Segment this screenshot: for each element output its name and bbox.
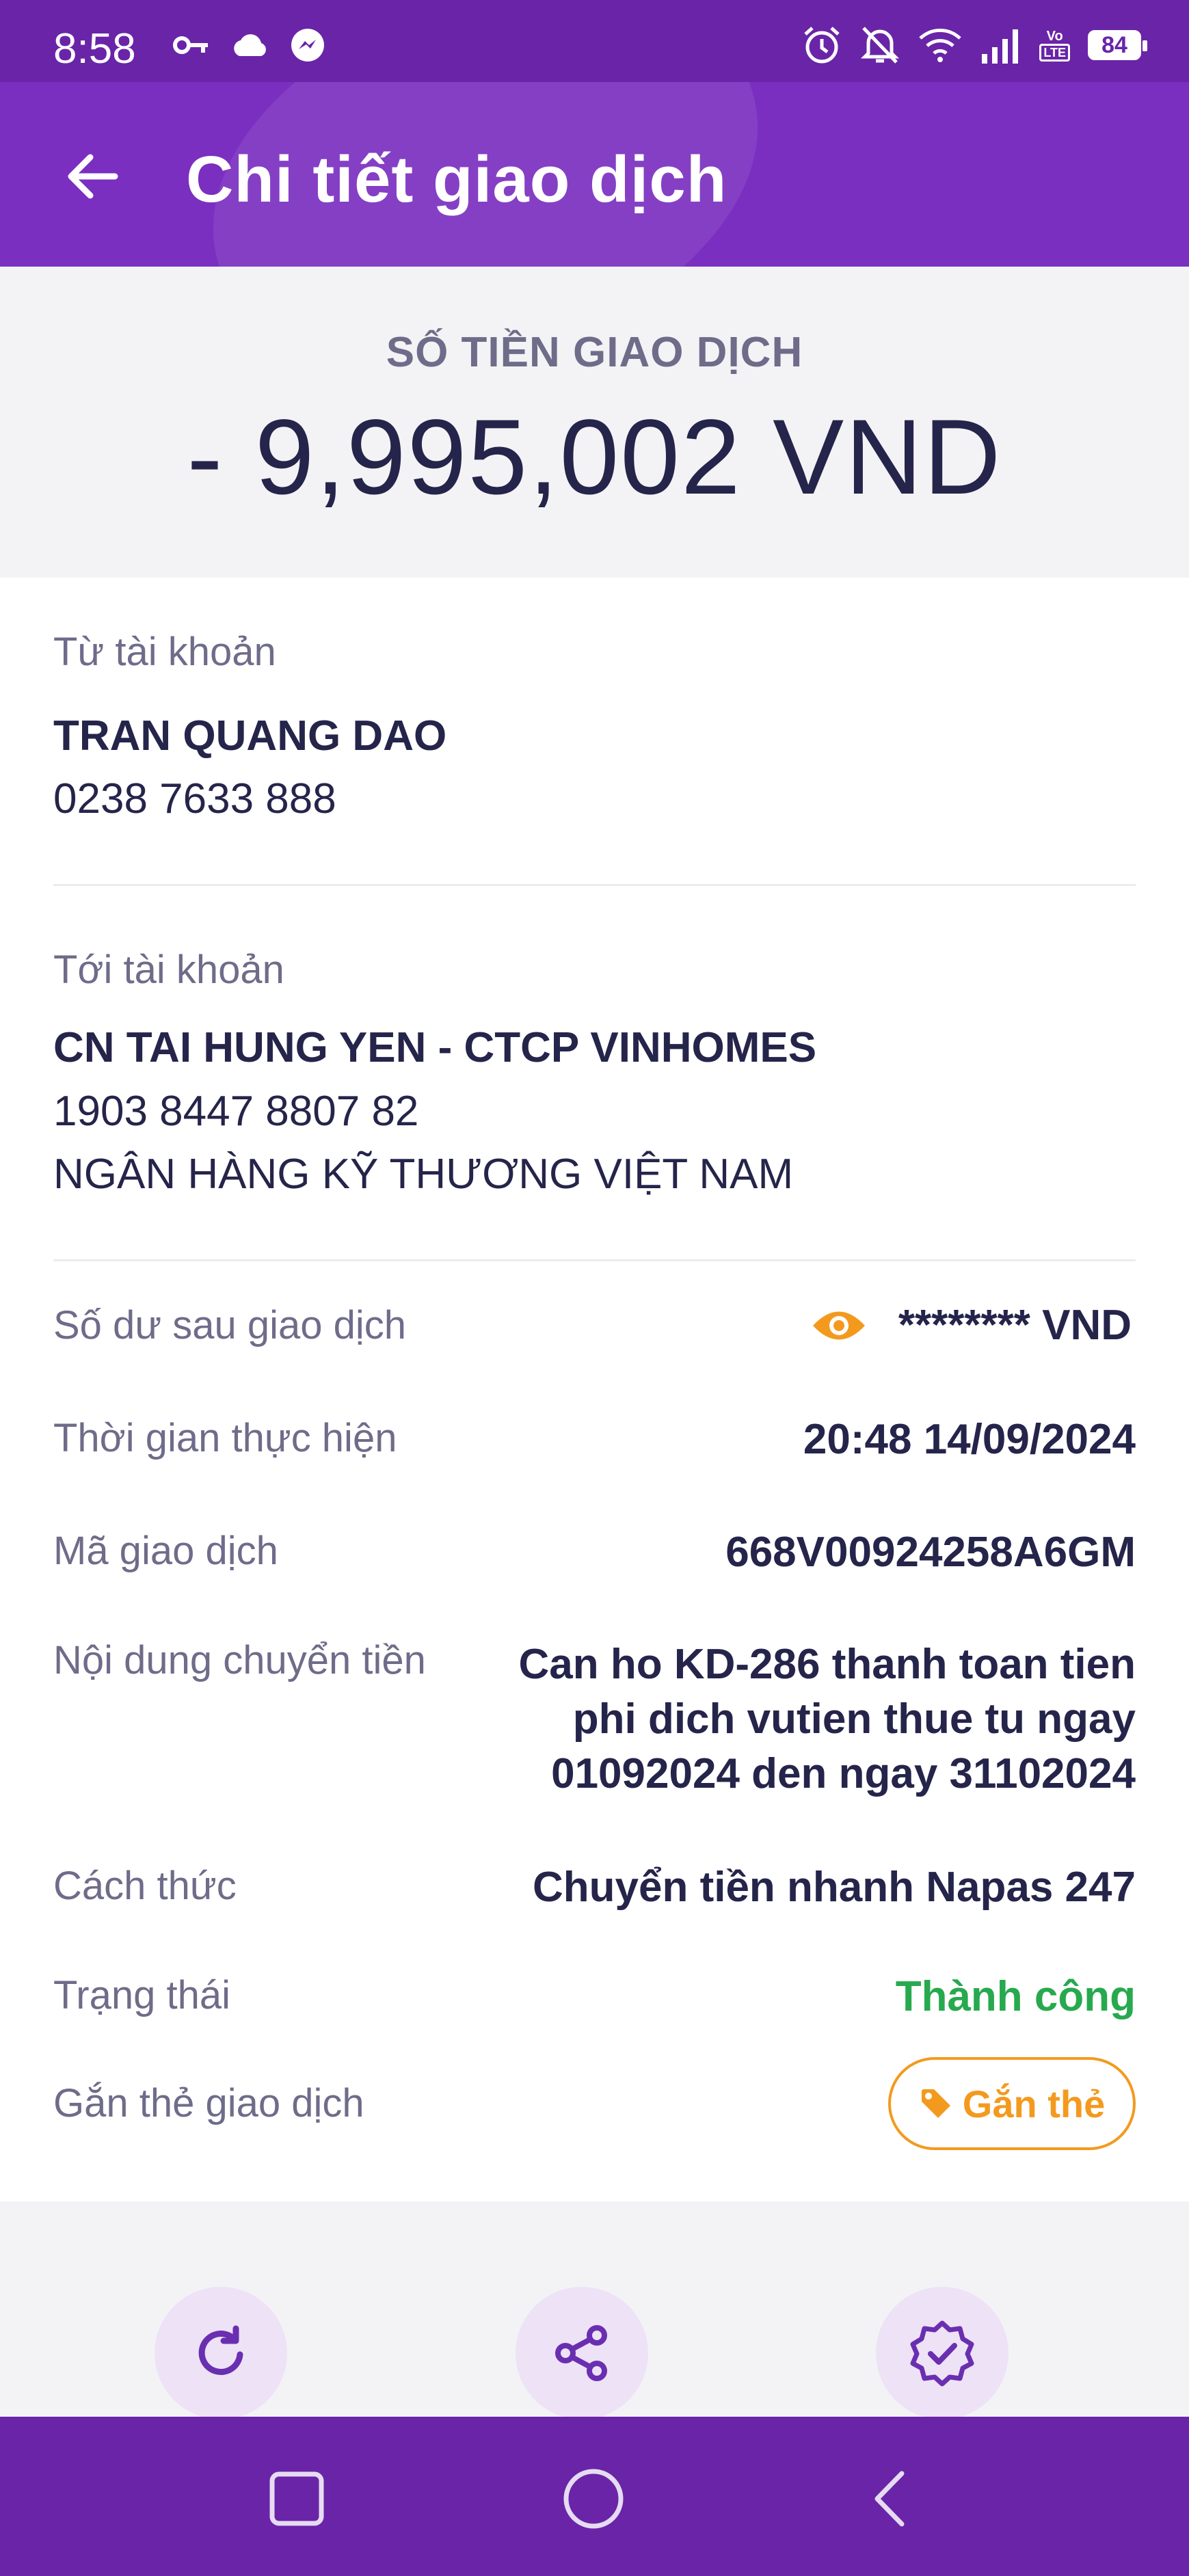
signal-icon [982,29,1019,64]
divider [53,884,1136,886]
tag-icon [921,2089,950,2118]
volte-icon: Vo LTE [1039,29,1070,62]
alarm-icon [804,27,840,64]
system-nav-bar [0,2417,1189,2576]
tag-label: Gắn thẻ giao dịch [53,2081,364,2125]
content-line: 01092024 den ngay 31102024 [551,1750,1136,1797]
content-line: phi dich vutien thue tu ngay [572,1695,1136,1743]
eye-icon[interactable] [811,1306,867,1345]
content-label: Nội dung chuyển tiền [53,1638,426,1682]
from-account-number: 0238 7633 888 [53,775,336,822]
battery-level: 84 [1101,31,1127,58]
cloud-icon [234,34,266,56]
page-title: Chi tiết giao dịch [186,143,727,216]
divider [53,1259,1136,1261]
tag-button-label: Gắn thẻ [962,2082,1106,2125]
share-icon [555,2325,607,2381]
content-line: Can ho KD-286 thanh toan tien [518,1641,1136,1688]
battery-icon: 84 [1088,30,1147,60]
amount-value: - 9,995,002 VND [187,398,1002,517]
amount-label: SỐ TIỀN GIAO DỊCH [386,329,803,376]
method-value: Chuyển tiền nhanh Napas 247 [533,1864,1136,1911]
amount-section: SỐ TIỀN GIAO DỊCH - 9,995,002 VND [0,267,1189,578]
method-label: Cách thức [53,1864,237,1908]
to-account-bank: NGÂN HÀNG KỸ THƯƠNG VIỆT NAM [53,1151,794,1198]
time-value: 20:48 14/09/2024 [803,1416,1136,1463]
share-button[interactable] [516,2287,648,2419]
recents-square-icon[interactable] [263,2465,331,2533]
to-account-number: 1903 8447 8807 82 [53,1088,419,1135]
from-account-label: Từ tài khoản [53,630,276,674]
repeat-transaction-button[interactable] [155,2287,287,2419]
bell-off-icon [861,27,900,64]
to-account-label: Tới tài khoản [53,948,284,992]
app-header: Chi tiết giao dịch [0,82,1189,267]
status-bar: 8:58 Vo LTE 84 [0,0,1189,82]
key-icon [173,36,208,54]
home-circle-icon[interactable] [559,2465,628,2533]
status-label: Trạng thái [53,1973,230,2017]
transaction-code-value: 668V00924258A6GM [725,1529,1136,1576]
from-account-name: TRAN QUANG DAO [53,712,447,760]
transaction-code-label: Mã giao dịch [53,1529,278,1573]
messenger-icon [291,29,324,62]
balance-value: ******** VND [898,1302,1132,1349]
balance-label: Số dư sau giao dịch [53,1303,407,1347]
arrow-left-icon[interactable] [60,144,126,209]
balance-value-group: ******** VND [811,1301,1132,1350]
status-time: 8:58 [53,25,136,72]
transaction-details-card: Từ tài khoản TRAN QUANG DAO 0238 7633 88… [0,578,1189,2201]
repeat-icon [198,2325,243,2375]
verified-badge-icon [910,2320,974,2387]
back-triangle-icon[interactable] [856,2465,924,2533]
verify-button[interactable] [876,2287,1008,2419]
status-value: Thành công [895,1973,1136,2020]
time-label: Thời gian thực hiện [53,1416,397,1460]
tag-button[interactable]: Gắn thẻ [888,2057,1136,2150]
to-account-name: CN TAI HUNG YEN - CTCP VINHOMES [53,1024,817,1071]
wifi-icon [919,28,962,62]
content-value: Can ho KD-286 thanh toan tien phi dich v… [466,1637,1136,1801]
